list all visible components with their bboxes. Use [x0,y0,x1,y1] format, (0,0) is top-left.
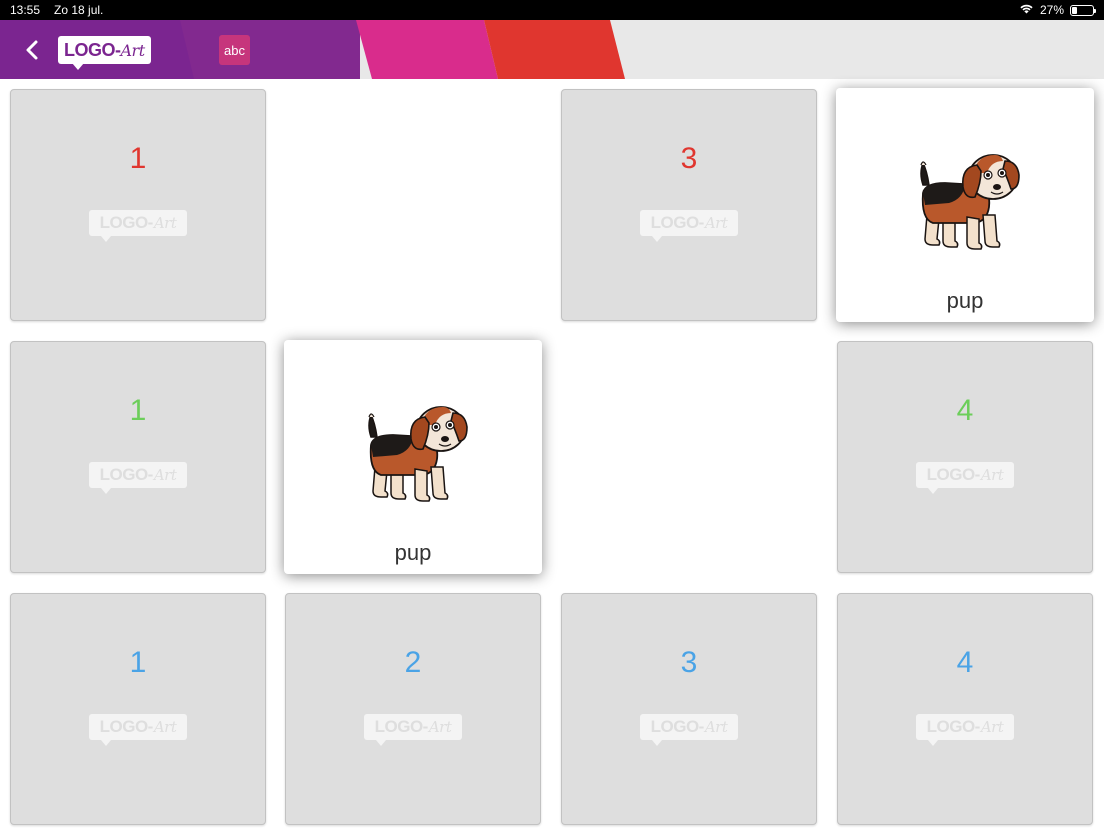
logo-art-logo: LOGO- Art [58,36,151,70]
logo-art-watermark: LOGO- Art [916,714,1014,746]
logo-main-text: LOGO- [64,39,121,60]
memory-card-back[interactable]: 3 LOGO- Art [561,593,817,825]
watermark-art-text: Art [704,718,728,736]
card-number: 1 [129,394,147,427]
header-band-red [484,20,625,79]
watermark-main-text: LOGO- [99,717,154,736]
memory-card-back[interactable]: 1 LOGO- Art [10,341,266,573]
memory-card-front[interactable]: pup [284,340,542,574]
watermark-main-text: LOGO- [374,717,429,736]
watermark-art-text: Art [153,214,177,232]
status-time: 13:55 [10,3,41,17]
wifi-icon [1019,3,1034,17]
card-number: 2 [404,646,422,679]
logo-art-watermark: LOGO- Art [364,714,462,746]
card-number: 3 [680,646,698,679]
puppy-icon [905,143,1025,263]
app-header: LOGO- Art abc [0,20,1104,79]
watermark-main-text: LOGO- [650,213,705,232]
battery-icon [1070,4,1096,16]
watermark-art-text: Art [704,214,728,232]
card-word: pup [946,288,984,313]
watermark-art-text: Art [153,718,177,736]
header-band-pink [356,20,498,79]
logo-art-watermark: LOGO- Art [640,714,738,746]
logo-art-watermark: LOGO- Art [640,210,738,242]
memory-card-front[interactable]: pup [836,88,1094,322]
watermark-art-text: Art [980,718,1004,736]
memory-card-back[interactable]: 2 LOGO- Art [285,593,541,825]
memory-card-back[interactable]: 4 LOGO- Art [837,593,1093,825]
abc-button[interactable]: abc [219,35,250,65]
memory-card-back[interactable]: 1 LOGO- Art [10,89,266,321]
card-number: 1 [129,142,147,175]
status-date: Zo 18 jul. [54,3,104,17]
header-band-purple-divider [180,20,360,79]
watermark-main-text: LOGO- [99,465,154,484]
watermark-art-text: Art [428,718,452,736]
watermark-main-text: LOGO- [926,717,981,736]
puppy-icon [353,395,473,515]
watermark-art-text: Art [980,466,1004,484]
card-word: pup [394,540,432,565]
memory-card-back[interactable]: 4 LOGO- Art [837,341,1093,573]
card-number: 4 [956,646,974,679]
battery-percent: 27% [1039,3,1064,17]
card-number: 1 [129,646,147,679]
watermark-art-text: Art [153,466,177,484]
chevron-left-icon [26,40,38,60]
logo-art-watermark: LOGO- Art [89,210,187,242]
card-number: 3 [680,142,698,175]
status-bar: 13:55 Zo 18 jul. 27% [0,0,1104,20]
watermark-main-text: LOGO- [926,465,981,484]
back-button[interactable] [18,34,46,66]
logo-art-text: Art [120,40,146,60]
watermark-main-text: LOGO- [99,213,154,232]
memory-card-back[interactable]: 1 LOGO- Art [10,593,266,825]
logo-art-watermark: LOGO- Art [89,714,187,746]
card-number: 4 [956,394,974,427]
logo-art-watermark: LOGO- Art [916,462,1014,494]
logo-art-watermark: LOGO- Art [89,462,187,494]
memory-card-back[interactable]: 3 LOGO- Art [561,89,817,321]
watermark-main-text: LOGO- [650,717,705,736]
